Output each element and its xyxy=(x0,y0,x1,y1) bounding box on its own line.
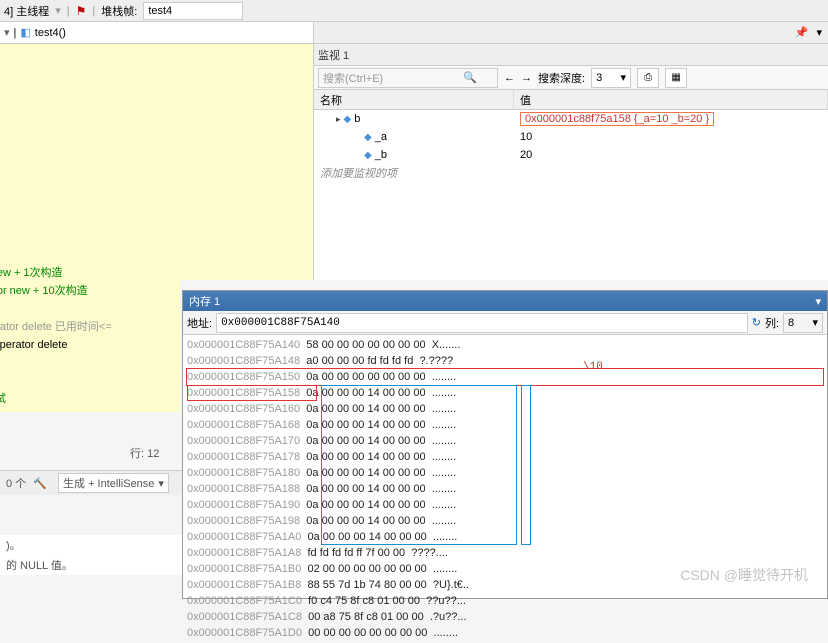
memory-dropdown-icon[interactable]: ▾ xyxy=(815,295,821,308)
memory-row: 0x000001C88F75A198 0a 00 00 00 14 00 00 … xyxy=(187,513,823,529)
function-breadcrumb[interactable]: ▾ | ◧ test4() xyxy=(0,22,313,44)
memory-row: 0x000001C88F75A1A0 0a 00 00 00 14 00 00 … xyxy=(187,529,823,545)
watch-header: 名称 值 xyxy=(314,90,828,110)
addr-input[interactable] xyxy=(216,313,748,333)
memory-row: 0x000001C88F75A150 0a 00 00 00 00 00 00 … xyxy=(187,369,823,385)
tool-btn-1[interactable]: ⎙ xyxy=(637,68,659,88)
add-watch-item[interactable]: 添加要监视的项 xyxy=(314,165,514,181)
flag-icon: ⚑ xyxy=(76,4,87,18)
dropdown-icon[interactable]: ▾ xyxy=(816,26,822,39)
memory-row: 0x000001C88F75A1C0 f0 c4 75 8f c8 01 00 … xyxy=(187,593,823,609)
memory-row: 0x000001C88F75A188 0a 00 00 00 14 00 00 … xyxy=(187,481,823,497)
watch-search-input[interactable]: 搜索(Ctrl+E) 🔍 xyxy=(318,68,498,88)
code-panel: ▾ | ◧ test4() xyxy=(0,22,314,280)
depth-label: 搜索深度: xyxy=(538,70,585,86)
watch-row[interactable]: ◆_b20 xyxy=(314,146,828,164)
stack-frame-input[interactable] xyxy=(143,2,243,20)
addr-label: 地址: xyxy=(187,315,212,331)
build-mode-combo[interactable]: 生成 + IntelliSense▾ xyxy=(58,473,169,493)
tool-btn-2[interactable]: ▦ xyxy=(665,68,687,88)
watch-row[interactable]: ▸◆b0x000001c88f75a158 {_a=10 _b=20 } xyxy=(314,110,828,128)
memory-row: 0x000001C88F75A1A8 fd fd fd fd ff 7f 00 … xyxy=(187,545,823,561)
memory-row: 0x000001C88F75A168 0a 00 00 00 14 00 00 … xyxy=(187,417,823,433)
function-icon: ◧ xyxy=(20,26,30,39)
search-icon[interactable]: 🔍 xyxy=(463,71,477,84)
watch-tab[interactable]: 监视 1 xyxy=(318,47,349,63)
watermark: CSDN @睡觉待开机 xyxy=(680,565,808,585)
memory-title: 内存 1 xyxy=(189,293,220,309)
cols-combo[interactable]: 8▾ xyxy=(783,313,823,333)
debug-toolbar: 4] 主线程 ▾ | ⚑ | 堆栈帧: xyxy=(0,0,828,22)
memory-row: 0x000001C88F75A160 0a 00 00 00 14 00 00 … xyxy=(187,401,823,417)
thread-label: 4] 主线程 xyxy=(4,3,49,19)
memory-row: 0x000001C88F75A178 0a 00 00 00 14 00 00 … xyxy=(187,449,823,465)
memory-row: 0x000001C88F75A180 0a 00 00 00 14 00 00 … xyxy=(187,465,823,481)
memory-row: 0x000001C88F75A140 58 00 00 00 00 00 00 … xyxy=(187,337,823,353)
scope-dropdown-icon[interactable]: ▾ xyxy=(4,26,10,39)
dropdown-arrow-icon[interactable]: ▾ xyxy=(55,4,61,17)
pin-icon[interactable]: 📌 xyxy=(795,26,809,39)
memory-row: 0x000001C88F75A1D0 00 00 00 00 00 00 00 … xyxy=(187,625,823,641)
line-info: 行: 12 xyxy=(130,445,159,461)
watch-panel: 📌 ▾ 监视 1 搜索(Ctrl+E) 🔍 ←→ 搜索深度: 3▾ ⎙ ▦ 名称… xyxy=(314,22,828,280)
memory-row: 0x000001C88F75A190 0a 00 00 00 14 00 00 … xyxy=(187,497,823,513)
cols-label: 列: xyxy=(765,315,779,331)
depth-combo[interactable]: 3▾ xyxy=(591,68,631,88)
stack-label: 堆栈帧: xyxy=(101,3,137,19)
code-area xyxy=(0,44,313,280)
code-snippet: r new + 1次构造rator new + 10次构造 perator de… xyxy=(0,260,180,412)
hammer-icon: 🔨 xyxy=(33,478,47,490)
refresh-icon[interactable]: ↻ xyxy=(752,316,761,329)
watch-row[interactable]: ◆_a10 xyxy=(314,128,828,146)
memory-panel: 内存 1 ▾ 地址: ↻ 列: 8▾ \10 0x000001C88F75A14… xyxy=(182,290,828,599)
ten-annotation: \10 xyxy=(583,359,603,375)
memory-row: 0x000001C88F75A158 0a 00 00 00 14 00 00 … xyxy=(187,385,823,401)
memory-row: 0x000001C88F75A148 a0 00 00 00 fd fd fd … xyxy=(187,353,823,369)
memory-row: 0x000001C88F75A1C8 00 a8 75 8f c8 01 00 … xyxy=(187,609,823,625)
function-name: test4() xyxy=(35,27,66,39)
memory-row: 0x000001C88F75A170 0a 00 00 00 14 00 00 … xyxy=(187,433,823,449)
